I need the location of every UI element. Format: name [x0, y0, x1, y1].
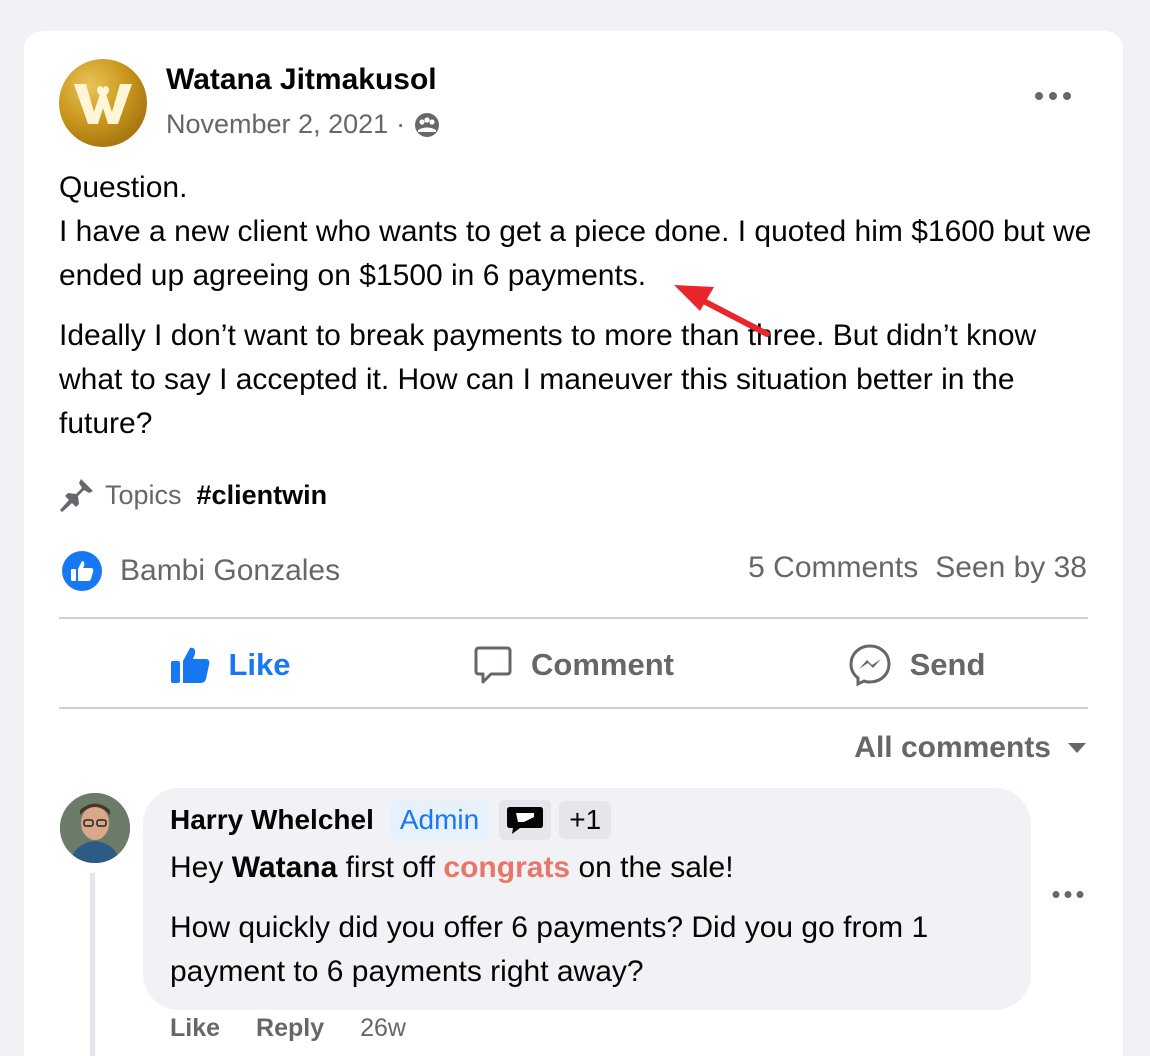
messenger-icon — [849, 644, 891, 687]
comment-actions: Like Reply 26w — [170, 1014, 406, 1043]
commenter-avatar[interactable] — [60, 793, 130, 863]
post-actions: Like Comment Send — [59, 621, 1088, 709]
comment-icon — [474, 646, 512, 684]
more-horizontal-icon — [1052, 891, 1084, 898]
send-label: Send — [909, 647, 986, 682]
reactions-summary[interactable]: Bambi Gonzales — [62, 551, 340, 591]
post-options-button[interactable] — [1033, 81, 1073, 111]
post-body: Question. I have a new client who wants … — [59, 166, 1099, 446]
comment-like-link[interactable]: Like — [170, 1014, 220, 1043]
topics-label: Topics — [105, 479, 182, 510]
divider — [59, 707, 1088, 709]
comment-timestamp[interactable]: 26w — [360, 1014, 406, 1043]
comment-text-part: on the sale! — [570, 851, 734, 884]
more-badges[interactable]: +1 — [559, 801, 612, 839]
comment-label: Comment — [531, 647, 674, 682]
author-name[interactable]: Watana Jitmakusol — [166, 63, 437, 97]
divider — [59, 617, 1088, 619]
post-paragraph: Ideally I don’t want to break payments t… — [59, 319, 1037, 440]
topic-tag[interactable]: #clientwin — [197, 480, 328, 511]
admin-badge[interactable]: Admin — [389, 801, 490, 839]
like-button[interactable]: Like — [59, 646, 402, 684]
highlight-word: congrats — [443, 851, 571, 884]
comment-header: Harry Whelchel Admin +1 — [170, 800, 612, 840]
sort-label: All comments — [854, 731, 1051, 764]
more-horizontal-icon — [1035, 92, 1071, 100]
seen-by[interactable]: Seen by 38 — [935, 551, 1087, 585]
like-label: Like — [228, 647, 291, 682]
caret-down-icon — [1068, 743, 1086, 753]
comment-text-part: Hey — [170, 851, 232, 884]
meta-separator: · — [396, 109, 406, 139]
topics-row: Topics #clientwin — [59, 477, 327, 513]
chat-bubble-icon — [507, 807, 544, 834]
comment-paragraph: How quickly did you offer 6 payments? Di… — [170, 911, 929, 988]
group-icon — [415, 112, 440, 137]
post-card: Watana Jitmakusol November 2, 2021 · Que… — [24, 31, 1123, 1056]
w-logo-icon — [74, 84, 132, 124]
like-reaction-icon — [62, 551, 102, 591]
thread-line — [90, 873, 95, 1056]
thumbs-up-icon — [171, 647, 210, 683]
mention-link[interactable]: Watana — [232, 851, 338, 884]
comment-bubble: Harry Whelchel Admin +1 Hey Watana first… — [143, 788, 1031, 1010]
comment-reply-link[interactable]: Reply — [256, 1014, 324, 1043]
reactor-name: Bambi Gonzales — [120, 554, 341, 587]
commenter-name[interactable]: Harry Whelchel — [170, 804, 374, 836]
send-button[interactable]: Send — [745, 643, 1088, 687]
comment-text-part: first off — [337, 851, 444, 884]
comment-options-button[interactable] — [1052, 886, 1084, 904]
post-date[interactable]: November 2, 2021 — [166, 109, 388, 140]
comment-text: Hey Watana first off congrats on the sal… — [170, 846, 1020, 994]
pin-icon — [59, 479, 93, 513]
post-meta: November 2, 2021 · — [166, 109, 441, 140]
comments-count[interactable]: 5 Comments — [748, 551, 918, 585]
post-stats: 5 Comments Seen by 38 — [748, 551, 1087, 585]
author-avatar[interactable] — [59, 59, 147, 147]
conversation-starter-badge[interactable] — [499, 800, 552, 840]
comment-sort-dropdown[interactable]: All comments — [854, 731, 1087, 765]
post-line: Question. — [59, 171, 188, 204]
comment-line: Hey Watana first off congrats on the sal… — [170, 846, 1020, 890]
post-line: I have a new client who wants to get a p… — [59, 215, 1092, 292]
comment-button[interactable]: Comment — [402, 645, 745, 685]
